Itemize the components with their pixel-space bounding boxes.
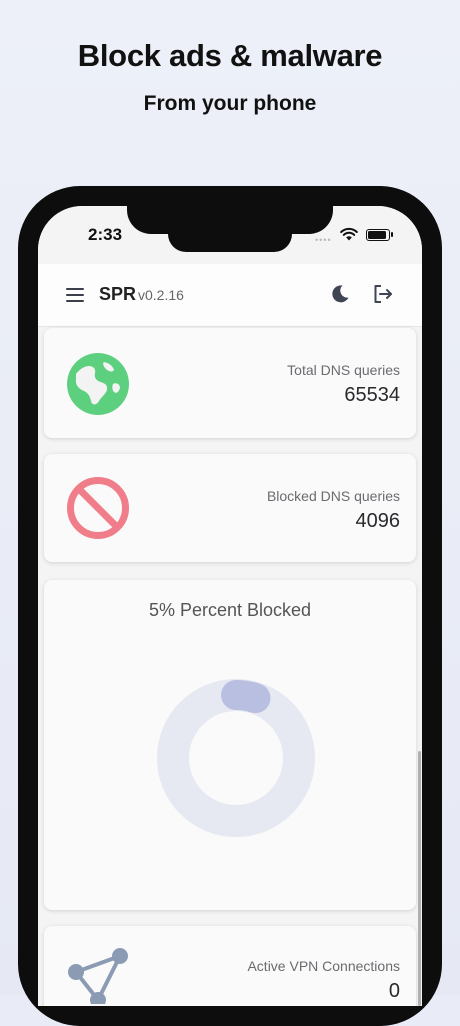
promo-headline: Block ads & malware	[77, 38, 383, 73]
app-version: v0.2.16	[138, 287, 184, 303]
dashboard-content: Total DNS queries 65534 Blocked DNS quer…	[38, 326, 422, 1006]
vpn-connections-value: 0	[388, 980, 400, 1002]
moon-icon[interactable]	[330, 284, 350, 304]
battery-cap-icon	[391, 232, 393, 237]
hamburger-menu-icon[interactable]	[66, 288, 84, 302]
blocked-icon	[67, 477, 129, 539]
scrollbar[interactable]	[418, 751, 421, 1006]
vpn-connections-card[interactable]: Active VPN Connections 0	[44, 926, 416, 1006]
dynamic-island	[168, 216, 292, 252]
percent-blocked-card: 5% Percent Blocked	[44, 580, 416, 910]
total-dns-label: Total DNS queries	[287, 362, 400, 378]
blocked-dns-value: 4096	[355, 510, 401, 532]
signal-dots-icon: ••••	[315, 235, 332, 245]
total-dns-card[interactable]: Total DNS queries 65534	[44, 328, 416, 438]
wifi-icon	[340, 227, 358, 241]
promo-subline: From your phone	[143, 92, 317, 115]
donut-slice-allowed	[157, 679, 315, 837]
app-title: SPR	[99, 284, 137, 304]
blocked-dns-label: Blocked DNS queries	[266, 488, 400, 504]
percent-blocked-donut-chart	[157, 679, 315, 837]
vpn-network-icon	[68, 948, 128, 1004]
phone-screen: 2:33 •••• SPR v0.2.16 Total DNS queries …	[38, 206, 422, 1006]
vpn-connections-label: Active VPN Connections	[247, 958, 400, 974]
status-time: 2:33	[88, 225, 123, 244]
logout-icon[interactable]	[372, 283, 394, 305]
app-bar: SPR v0.2.16	[38, 264, 422, 327]
blocked-dns-card[interactable]: Blocked DNS queries 4096	[44, 454, 416, 562]
chart-title: 5% Percent Blocked	[148, 600, 312, 620]
donut-slice-blocked	[221, 680, 271, 714]
globe-icon	[67, 353, 129, 415]
battery-icon	[366, 229, 390, 241]
total-dns-value: 65534	[344, 384, 400, 406]
